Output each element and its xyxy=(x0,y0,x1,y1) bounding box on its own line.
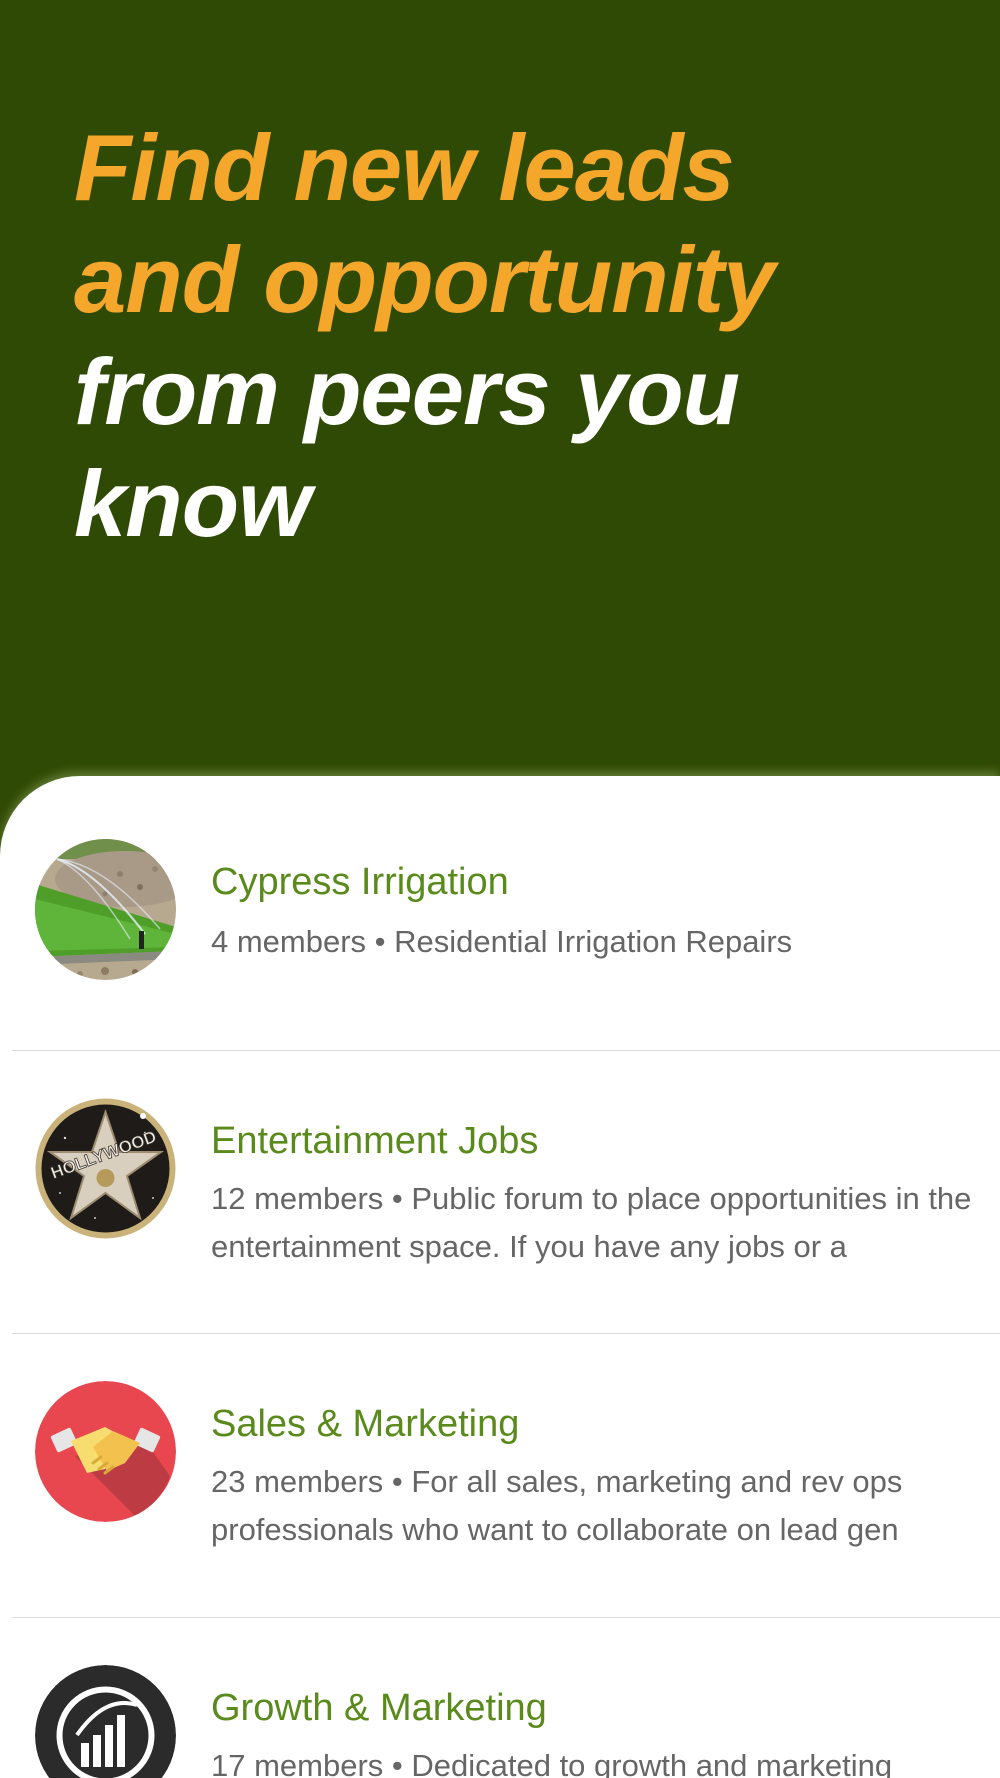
hero-title-line: Find new leads xyxy=(74,115,735,220)
group-name: Sales & Marketing xyxy=(211,1403,520,1445)
group-list-sheet: Cypress Irrigation 4 members • Residenti… xyxy=(0,776,1000,1778)
hero-title-line: from peers you xyxy=(74,339,740,444)
hollywood-star-image: HOLLYWOOD xyxy=(35,1098,176,1239)
hero-title-line: know xyxy=(74,451,311,556)
sprinkler-lawn-image xyxy=(35,839,176,980)
group-item-entertainment-jobs[interactable]: HOLLYWOOD Entertainment Jobs 12 members … xyxy=(0,1051,1000,1333)
group-description: 23 members • For all sales, marketing an… xyxy=(211,1464,903,1547)
group-name: Cypress Irrigation xyxy=(211,861,509,903)
growth-chart-icon xyxy=(35,1665,176,1778)
group-item-growth-marketing[interactable]: Growth & Marketing 17 members • Dedicate… xyxy=(0,1618,1000,1778)
group-description: 17 members • Dedicated to growth and mar… xyxy=(211,1748,893,1778)
hero-banner: Find new leads and opportunity from peer… xyxy=(0,0,1000,790)
group-description: 12 members • Public forum to place oppor… xyxy=(211,1181,972,1264)
screen: Find new leads and opportunity from peer… xyxy=(0,0,1000,1778)
handshake-icon xyxy=(35,1381,176,1522)
group-item-cypress-irrigation[interactable]: Cypress Irrigation 4 members • Residenti… xyxy=(0,776,1000,1050)
hero-title-line: and opportunity xyxy=(74,227,775,332)
group-name: Entertainment Jobs xyxy=(211,1120,539,1162)
group-description: 4 members • Residential Irrigation Repai… xyxy=(211,924,793,959)
group-item-sales-marketing[interactable]: Sales & Marketing 23 members • For all s… xyxy=(0,1334,1000,1617)
group-name: Growth & Marketing xyxy=(211,1687,547,1729)
hero-title: Find new leads and opportunity from peer… xyxy=(74,112,974,560)
